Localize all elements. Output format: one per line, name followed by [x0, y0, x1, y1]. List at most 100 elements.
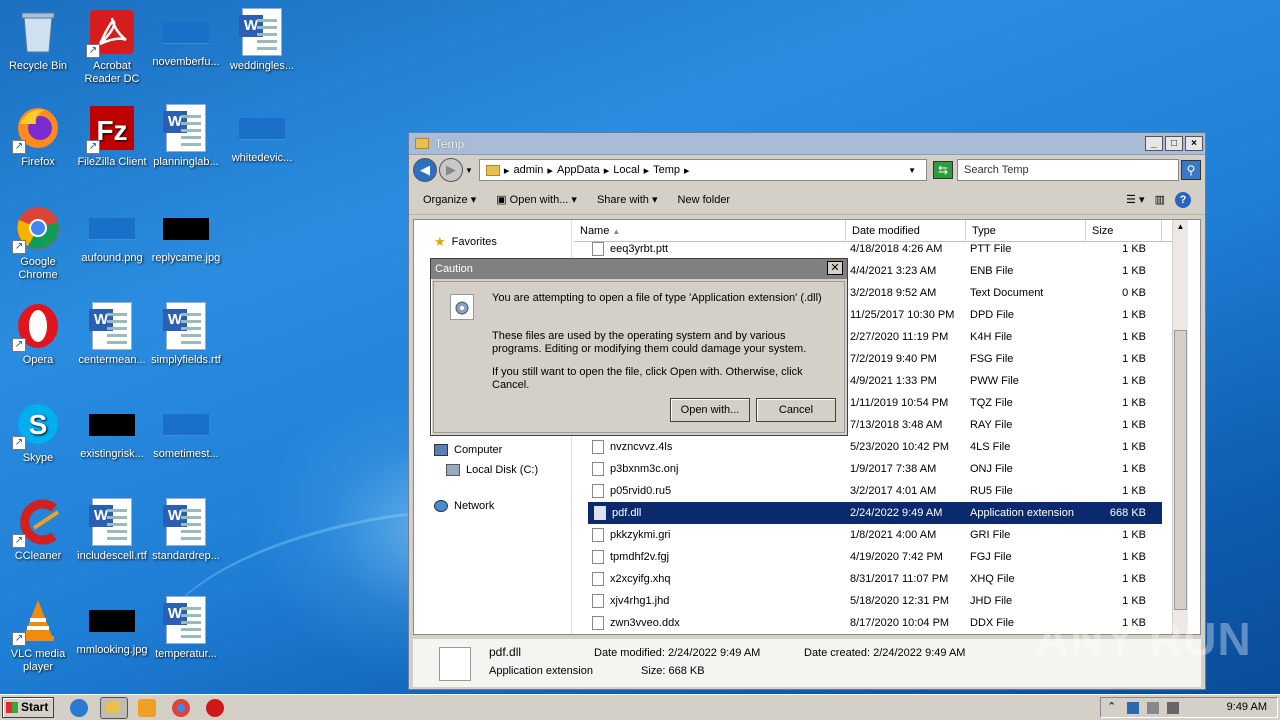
breadcrumb-separator-icon: ▸ — [684, 164, 690, 177]
network-icon[interactable] — [1127, 702, 1139, 714]
recent-pages-chevron-icon[interactable]: ▼ — [465, 166, 473, 175]
desktop-icon-simplyfields[interactable]: W simplyfields.rtf — [148, 302, 224, 367]
refresh-button[interactable]: ⇆ — [933, 161, 953, 179]
back-button[interactable]: ◀ — [413, 158, 437, 182]
desktop-icon-opera[interactable]: ↗ Opera — [0, 302, 76, 367]
file-row[interactable]: x2xcyifg.xhq 8/31/2017 11:07 PM XHQ File 1 … — [574, 568, 1162, 590]
desktop-icon-label: FileZilla Client — [77, 156, 147, 168]
desktop-icon-vlc[interactable]: ↗ VLC media player — [0, 596, 76, 674]
vertical-scrollbar[interactable]: ▲ — [1172, 220, 1188, 634]
file-type: GRI File — [970, 529, 1011, 541]
desktop-icon-temperatur[interactable]: W temperatur... — [148, 596, 224, 661]
maximize-button[interactable]: □ — [1165, 136, 1183, 151]
image-thumbnail-icon — [89, 218, 135, 240]
nav-computer[interactable]: Computer — [434, 444, 502, 456]
nav-favorites[interactable]: ★ Favorites — [434, 234, 497, 250]
desktop-icon-aufound[interactable]: aufound.png — [74, 204, 150, 265]
file-row[interactable]: pdf.dll 2/24/2022 9:49 AM Application exte… — [588, 502, 1162, 524]
scrollbar-thumb[interactable] — [1174, 330, 1187, 610]
close-button[interactable]: × — [1185, 136, 1203, 151]
search-input[interactable]: Search Temp — [957, 159, 1179, 181]
dialog-close-button[interactable]: ✕ — [827, 261, 843, 275]
organize-button[interactable]: Organize ▾ — [423, 193, 476, 206]
breadcrumb-appdata[interactable]: AppData — [557, 164, 600, 176]
firefox-icon: ↗ — [12, 104, 62, 154]
address-dropdown-chevron-icon[interactable]: ▼ — [908, 166, 916, 175]
file-icon — [592, 572, 604, 586]
action-center-icon[interactable] — [1147, 702, 1159, 714]
file-type: 4LS File — [970, 441, 1011, 453]
nav-local-disk[interactable]: Local Disk (C:) — [446, 464, 538, 476]
file-row[interactable]: eeq3yrbt.ptt 4/18/2018 4:26 AM PTT File 1 K… — [574, 238, 1162, 260]
address-box[interactable]: ▸ admin ▸ AppData ▸ Local ▸ Temp ▸ ▼ — [478, 159, 927, 181]
antivirus-icon[interactable] — [206, 699, 224, 717]
internet-explorer-icon[interactable] — [70, 699, 88, 717]
file-name: p3bxnm3c.onj — [610, 463, 679, 475]
desktop-icon-label: Google Chrome — [18, 256, 58, 281]
desktop-icon-replycame[interactable]: replycame.jpg — [148, 204, 224, 265]
desktop-icon-novemberfu[interactable]: novemberfu... — [148, 8, 224, 69]
window-titlebar[interactable]: Temp _ □ × — [409, 133, 1205, 155]
open-with-button[interactable]: Open with... — [670, 398, 750, 422]
search-icon[interactable]: ⚲ — [1181, 160, 1201, 180]
desktop-icon-mmlooking[interactable]: mmlooking.jpg — [74, 596, 150, 657]
file-name: eeq3yrbt.ptt — [610, 243, 669, 255]
chrome-icon[interactable] — [172, 699, 190, 717]
file-row[interactable]: xjv4rhg1.jhd 5/18/2020 12:31 PM JHD File 1 … — [574, 590, 1162, 612]
desktop-icon-standardrep[interactable]: W standardrep... — [148, 498, 224, 563]
clock[interactable]: 9:49 AM — [1227, 701, 1267, 713]
help-icon[interactable]: ? — [1175, 191, 1191, 208]
desktop-icon-whitedevic[interactable]: whitedevic... — [224, 104, 300, 165]
file-date: 1/8/2021 4:00 AM — [850, 529, 937, 541]
desktop-icon-planninglab[interactable]: W planninglab... — [148, 104, 224, 169]
open-with-button[interactable]: ▣ Open with... ▾ — [496, 193, 577, 206]
preview-pane-icon[interactable]: ▥ — [1155, 193, 1165, 206]
desktop-icon-skype[interactable]: S ↗ Skype — [0, 400, 76, 465]
file-row[interactable]: pkkzykmi.gri 1/8/2021 4:00 AM GRI File 1 KB — [574, 524, 1162, 546]
desktop-icon-firefox[interactable]: ↗ Firefox — [0, 104, 76, 169]
file-row[interactable]: tpmdhf2v.fgj 4/19/2020 7:42 PM FGJ File 1 K… — [574, 546, 1162, 568]
minimize-button[interactable]: _ — [1145, 136, 1163, 151]
file-row[interactable]: p3bxnm3c.onj 1/9/2017 7:38 AM ONJ File 1 KB — [574, 458, 1162, 480]
breadcrumb-local[interactable]: Local — [613, 164, 639, 176]
svg-text:Fz: Fz — [96, 115, 127, 146]
desktop-icon-includescell[interactable]: W includescell.rtf — [74, 498, 150, 563]
desktop-icon-centermean[interactable]: W centermean... — [74, 302, 150, 367]
start-button[interactable]: Start — [2, 697, 54, 718]
forward-button[interactable]: ▶ — [439, 158, 463, 182]
file-type: TQZ File — [970, 397, 1013, 409]
file-type: K4H File — [970, 331, 1013, 343]
desktop-icon-ccleaner[interactable]: ↗ CCleaner — [0, 498, 76, 563]
desktop-icon-chrome[interactable]: ↗ Google Chrome — [0, 204, 76, 282]
show-hidden-icons-icon[interactable]: ⌃ — [1107, 700, 1116, 713]
file-date: 3/2/2017 4:01 AM — [850, 485, 937, 497]
desktop-icon-label: planninglab... — [153, 156, 219, 168]
dialog-body: You are attempting to open a file of typ… — [433, 281, 845, 433]
dialog-titlebar[interactable]: Caution ✕ — [431, 259, 847, 279]
scroll-up-icon[interactable]: ▲ — [1173, 220, 1188, 234]
view-options-icon[interactable]: ☰ ▾ — [1126, 193, 1144, 206]
nav-network[interactable]: Network — [434, 500, 494, 512]
desktop-icon-filezilla[interactable]: Fz ↗ FileZilla Client — [74, 104, 150, 169]
desktop-icon-recycle-bin[interactable]: Recycle Bin — [0, 8, 76, 73]
star-icon: ★ — [434, 234, 446, 249]
desktop-icon-sometimest[interactable]: sometimest... — [148, 400, 224, 461]
desktop-icon-existingrisk[interactable]: existingrisk... — [74, 400, 150, 461]
breadcrumb-temp[interactable]: Temp — [653, 164, 680, 176]
desktop-icon-weddingles[interactable]: W weddingles... — [224, 8, 300, 73]
new-folder-button[interactable]: New folder — [678, 194, 731, 206]
media-player-icon[interactable] — [138, 699, 156, 717]
file-name: tpmdhf2v.fgj — [610, 551, 670, 563]
breadcrumb-separator-icon: ▸ — [547, 164, 553, 177]
cancel-button[interactable]: Cancel — [756, 398, 836, 422]
file-size: 1 KB — [1122, 265, 1146, 277]
share-with-button[interactable]: Share with ▾ — [597, 193, 658, 206]
file-row[interactable]: nvzncvvz.4ls 5/23/2020 10:42 PM 4LS File 1 … — [574, 436, 1162, 458]
breadcrumb-admin[interactable]: admin — [513, 164, 543, 176]
details-file-name: pdf.dll — [489, 645, 522, 659]
desktop-icon-acrobat[interactable]: ↗ Acrobat Reader DC — [74, 8, 150, 86]
word-document-icon: W — [88, 302, 136, 350]
file-row[interactable]: p05rvid0.ru5 3/2/2017 4:01 AM RU5 File 1 KB — [574, 480, 1162, 502]
volume-icon[interactable] — [1167, 702, 1179, 714]
file-date: 8/31/2017 11:07 PM — [850, 573, 949, 585]
